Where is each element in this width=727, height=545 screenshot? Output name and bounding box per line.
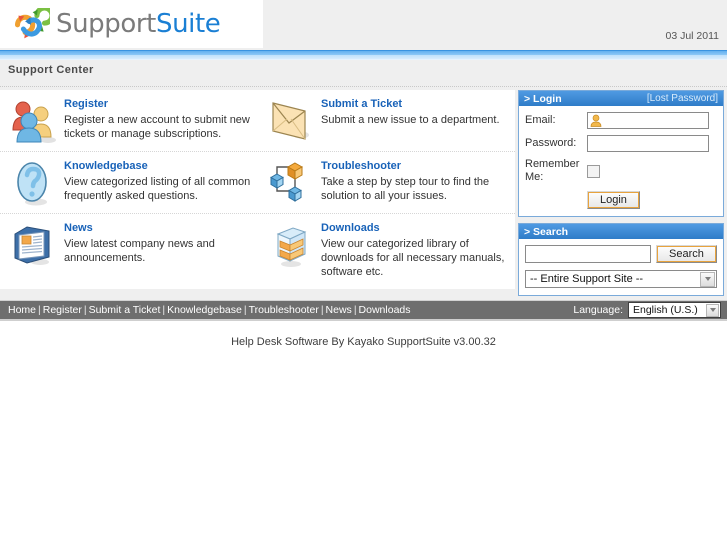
password-field[interactable] xyxy=(587,135,709,152)
tile-link-troubleshooter[interactable]: Troubleshooter xyxy=(321,160,510,172)
question-mark-icon xyxy=(8,159,56,207)
site-header: SupportSuite 03 Jul 2011 xyxy=(0,0,727,50)
footer-link-submit-a-ticket[interactable]: Submit a Ticket xyxy=(89,304,161,316)
language-label: Language: xyxy=(573,304,623,316)
login-button[interactable]: Login xyxy=(587,191,640,209)
search-panel: > Search Search -- Entire Support Site -… xyxy=(518,223,724,296)
tile-desc-submit-a-ticket: Submit a new issue to a department. xyxy=(321,114,500,126)
login-panel-header: > Login [Lost Password] xyxy=(519,91,723,106)
search-panel-body: Search -- Entire Support Site -- xyxy=(519,239,723,295)
header-blue-divider xyxy=(0,50,727,60)
search-input[interactable] xyxy=(525,245,651,263)
tile-submit-a-ticket[interactable]: Submit a Ticket Submit a new issue to a … xyxy=(257,90,514,151)
login-form: Email: Password: Remember Me: xyxy=(525,112,717,184)
main-content: Register Register a new account to submi… xyxy=(0,90,515,289)
newspaper-icon xyxy=(8,221,56,269)
footer-separator: | xyxy=(83,304,87,316)
logo-block[interactable]: SupportSuite xyxy=(0,0,263,48)
search-row: Search xyxy=(525,245,717,263)
tile-desc-register: Register a new account to submit new tic… xyxy=(64,114,250,140)
network-nodes-icon xyxy=(265,159,313,207)
logo-word-suite: Suite xyxy=(155,9,221,39)
page-title-bar: Support Center xyxy=(0,60,727,80)
body-wrap: Register Register a new account to submi… xyxy=(0,87,727,296)
download-box-icon xyxy=(265,221,313,269)
chevron-down-icon xyxy=(700,271,715,287)
tile-desc-knowledgebase: View categorized listing of all common f… xyxy=(64,176,251,202)
chevron-down-icon xyxy=(706,303,719,317)
tile-link-submit-a-ticket[interactable]: Submit a Ticket xyxy=(321,98,500,110)
tile-body: Troubleshooter Take a step by step tour … xyxy=(321,158,510,203)
copyright-text: Help Desk Software By Kayako SupportSuit… xyxy=(231,336,496,348)
tile-row: Register Register a new account to submi… xyxy=(0,90,515,152)
users-group-icon xyxy=(8,97,56,145)
footer-link-knowledgebase[interactable]: Knowledgebase xyxy=(167,304,242,316)
language-select[interactable]: English (U.S.) xyxy=(628,302,721,318)
footer-link-troubleshooter[interactable]: Troubleshooter xyxy=(249,304,319,316)
page-title: Support Center xyxy=(8,64,94,76)
tile-troubleshooter[interactable]: Troubleshooter Take a step by step tour … xyxy=(257,152,514,213)
search-button[interactable]: Search xyxy=(656,245,717,263)
logo-word-support: Support xyxy=(56,9,156,39)
header-date: 03 Jul 2011 xyxy=(665,30,719,42)
footer-separator: | xyxy=(320,304,324,316)
email-field[interactable] xyxy=(587,112,709,129)
email-label: Email: xyxy=(525,114,556,126)
language-select-value: English (U.S.) xyxy=(633,304,698,316)
tile-desc-news: View latest company news and announcemen… xyxy=(64,238,215,264)
footer-links: Home | Register | Submit a Ticket | Knowledgeb… xyxy=(8,304,411,316)
tile-body: News View latest company news and announ… xyxy=(64,220,253,265)
footer-separator: | xyxy=(353,304,357,316)
login-panel-body: Email: Password: Remember Me: Login xyxy=(519,106,723,216)
tile-knowledgebase[interactable]: Knowledgebase View categorized listing o… xyxy=(0,152,257,213)
tile-link-downloads[interactable]: Downloads xyxy=(321,222,510,234)
tile-desc-troubleshooter: Take a step by step tour to find the sol… xyxy=(321,176,490,202)
envelope-icon xyxy=(265,97,313,145)
sidebar: > Login [Lost Password] Email: Password:… xyxy=(518,90,724,302)
tile-body: Register Register a new account to submi… xyxy=(64,96,253,141)
tile-body: Downloads View our categorized library o… xyxy=(321,220,510,279)
login-panel: > Login [Lost Password] Email: Password:… xyxy=(518,90,724,217)
email-field-wrap xyxy=(587,112,709,129)
tile-news[interactable]: News View latest company news and announ… xyxy=(0,214,257,285)
tile-desc-downloads: View our categorized library of download… xyxy=(321,238,505,278)
recycle-arrows-icon xyxy=(12,5,55,40)
tile-downloads[interactable]: Downloads View our categorized library o… xyxy=(257,214,514,285)
login-button-row: Login xyxy=(525,191,717,209)
tile-row: News View latest company news and announ… xyxy=(0,214,515,285)
tile-link-news[interactable]: News xyxy=(64,222,253,234)
footer-nav: Home | Register | Submit a Ticket | Knowledgeb… xyxy=(0,301,727,321)
footer-separator: | xyxy=(38,304,41,316)
footer-link-downloads[interactable]: Downloads xyxy=(359,304,411,316)
remember-me-checkbox[interactable] xyxy=(587,164,600,178)
tile-link-knowledgebase[interactable]: Knowledgebase xyxy=(64,160,253,172)
tile-register[interactable]: Register Register a new account to submi… xyxy=(0,90,257,151)
search-scope-select[interactable]: -- Entire Support Site -- xyxy=(525,270,717,288)
footer-link-register[interactable]: Register xyxy=(43,304,82,316)
login-panel-title: > Login xyxy=(524,92,562,105)
remember-me-label: Remember Me: xyxy=(525,158,580,183)
footer-link-news[interactable]: News xyxy=(326,304,352,316)
tile-body: Submit a Ticket Submit a new issue to a … xyxy=(321,96,500,127)
tile-row: Knowledgebase View categorized listing o… xyxy=(0,152,515,214)
search-panel-header: > Search xyxy=(519,224,723,239)
tile-body: Knowledgebase View categorized listing o… xyxy=(64,158,253,203)
search-panel-title: > Search xyxy=(524,225,569,238)
footer-link-home[interactable]: Home xyxy=(8,304,36,316)
search-scope-value: -- Entire Support Site -- xyxy=(530,273,644,285)
language-selector-wrap: Language: English (U.S.) xyxy=(573,302,721,318)
footer-separator: | xyxy=(243,304,247,316)
logo-wordmark: SupportSuite xyxy=(56,9,221,39)
page-title-underline xyxy=(0,80,727,87)
tile-link-register[interactable]: Register xyxy=(64,98,253,110)
password-label: Password: xyxy=(525,137,577,149)
lost-password-link[interactable]: [Lost Password] xyxy=(647,93,718,104)
